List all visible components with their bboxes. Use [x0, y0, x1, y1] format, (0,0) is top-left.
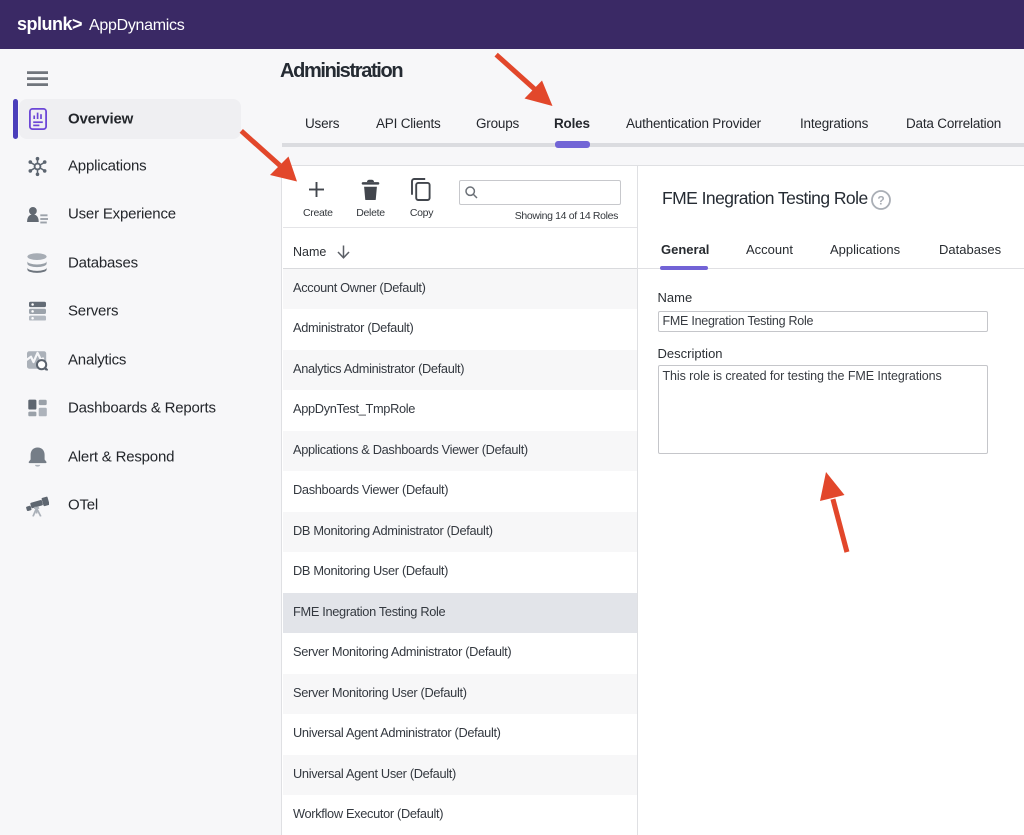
svg-text:?: ?: [877, 193, 884, 207]
